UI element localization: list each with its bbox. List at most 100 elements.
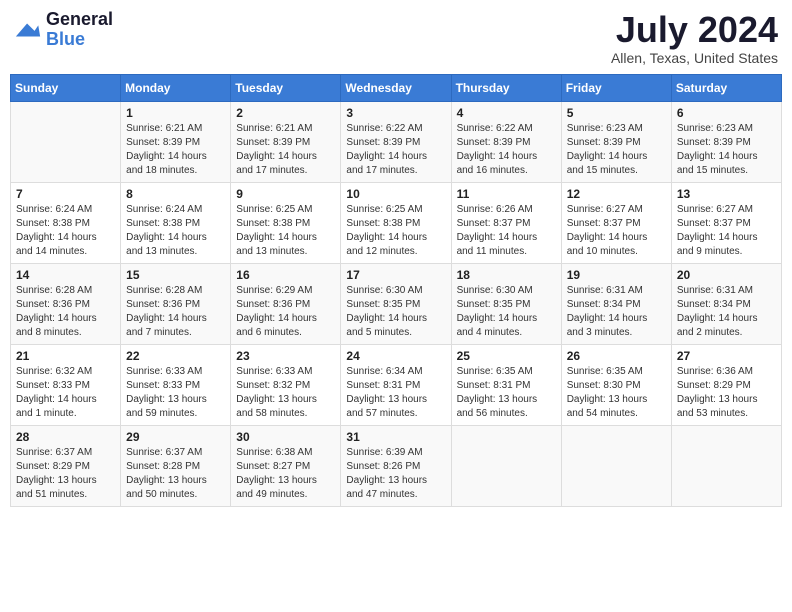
day-number: 4 xyxy=(457,106,556,120)
day-info: Sunrise: 6:30 AM Sunset: 8:35 PM Dayligh… xyxy=(346,284,445,340)
calendar-cell: 25 Sunrise: 6:35 AM Sunset: 8:31 PM Dayli… xyxy=(451,344,561,425)
calendar-cell: 16 Sunrise: 6:29 AM Sunset: 8:36 PM Dayli… xyxy=(231,263,341,344)
day-number: 14 xyxy=(16,268,115,282)
day-info: Sunrise: 6:26 AM Sunset: 8:37 PM Dayligh… xyxy=(457,203,556,259)
calendar-cell: 18 Sunrise: 6:30 AM Sunset: 8:35 PM Dayli… xyxy=(451,263,561,344)
day-number: 28 xyxy=(16,430,115,444)
day-number: 3 xyxy=(346,106,445,120)
weekday-wednesday: Wednesday xyxy=(341,74,451,101)
calendar-cell: 6Sunrise: 6:23 AM Sunset: 8:39 PM Daylig… xyxy=(671,101,781,182)
day-number: 10 xyxy=(346,187,445,201)
day-info: Sunrise: 6:37 AM Sunset: 8:28 PM Dayligh… xyxy=(126,446,225,502)
calendar-cell: 7Sunrise: 6:24 AM Sunset: 8:38 PM Daylig… xyxy=(11,182,121,263)
day-info: Sunrise: 6:23 AM Sunset: 8:39 PM Dayligh… xyxy=(567,122,666,178)
logo-text: General Blue xyxy=(46,10,113,50)
day-number: 15 xyxy=(126,268,225,282)
day-info: Sunrise: 6:30 AM Sunset: 8:35 PM Dayligh… xyxy=(457,284,556,340)
calendar-cell: 21 Sunrise: 6:32 AM Sunset: 8:33 PM Dayli… xyxy=(11,344,121,425)
day-number: 18 xyxy=(457,268,556,282)
calendar-cell: 31 Sunrise: 6:39 AM Sunset: 8:26 PM Dayli… xyxy=(341,425,451,506)
month-year-title: July 2024 xyxy=(611,10,778,50)
calendar-cell: 11 Sunrise: 6:26 AM Sunset: 8:37 PM Dayli… xyxy=(451,182,561,263)
calendar-cell xyxy=(671,425,781,506)
page-header: General Blue July 2024 Allen, Texas, Uni… xyxy=(10,10,782,66)
day-number: 31 xyxy=(346,430,445,444)
calendar-cell: 15 Sunrise: 6:28 AM Sunset: 8:36 PM Dayli… xyxy=(121,263,231,344)
calendar-cell xyxy=(11,101,121,182)
day-number: 9 xyxy=(236,187,335,201)
day-number: 2 xyxy=(236,106,335,120)
day-number: 17 xyxy=(346,268,445,282)
day-number: 11 xyxy=(457,187,556,201)
calendar-header: SundayMondayTuesdayWednesdayThursdayFrid… xyxy=(11,74,782,101)
calendar-cell: 1Sunrise: 6:21 AM Sunset: 8:39 PM Daylig… xyxy=(121,101,231,182)
day-number: 21 xyxy=(16,349,115,363)
day-number: 8 xyxy=(126,187,225,201)
calendar-cell: 14 Sunrise: 6:28 AM Sunset: 8:36 PM Dayli… xyxy=(11,263,121,344)
day-number: 24 xyxy=(346,349,445,363)
day-number: 5 xyxy=(567,106,666,120)
day-info: Sunrise: 6:21 AM Sunset: 8:39 PM Dayligh… xyxy=(126,122,225,178)
day-number: 16 xyxy=(236,268,335,282)
calendar-cell: 26Sunrise: 6:35 AM Sunset: 8:30 PM Dayli… xyxy=(561,344,671,425)
day-info: Sunrise: 6:28 AM Sunset: 8:36 PM Dayligh… xyxy=(126,284,225,340)
calendar-cell: 10Sunrise: 6:25 AM Sunset: 8:38 PM Dayli… xyxy=(341,182,451,263)
day-number: 29 xyxy=(126,430,225,444)
day-info: Sunrise: 6:35 AM Sunset: 8:31 PM Dayligh… xyxy=(457,365,556,421)
day-number: 26 xyxy=(567,349,666,363)
day-info: Sunrise: 6:27 AM Sunset: 8:37 PM Dayligh… xyxy=(567,203,666,259)
calendar-cell: 2Sunrise: 6:21 AM Sunset: 8:39 PM Daylig… xyxy=(231,101,341,182)
calendar-body: 1Sunrise: 6:21 AM Sunset: 8:39 PM Daylig… xyxy=(11,101,782,506)
day-info: Sunrise: 6:28 AM Sunset: 8:36 PM Dayligh… xyxy=(16,284,115,340)
day-info: Sunrise: 6:31 AM Sunset: 8:34 PM Dayligh… xyxy=(567,284,666,340)
day-number: 27 xyxy=(677,349,776,363)
calendar-cell: 13Sunrise: 6:27 AM Sunset: 8:37 PM Dayli… xyxy=(671,182,781,263)
calendar-week-4: 21 Sunrise: 6:32 AM Sunset: 8:33 PM Dayli… xyxy=(11,344,782,425)
calendar-cell: 22 Sunrise: 6:33 AM Sunset: 8:33 PM Dayli… xyxy=(121,344,231,425)
calendar-cell: 20 Sunrise: 6:31 AM Sunset: 8:34 PM Dayli… xyxy=(671,263,781,344)
calendar-cell: 29 Sunrise: 6:37 AM Sunset: 8:28 PM Dayli… xyxy=(121,425,231,506)
calendar-cell: 27Sunrise: 6:36 AM Sunset: 8:29 PM Dayli… xyxy=(671,344,781,425)
day-number: 19 xyxy=(567,268,666,282)
day-number: 22 xyxy=(126,349,225,363)
weekday-sunday: Sunday xyxy=(11,74,121,101)
calendar-week-1: 1Sunrise: 6:21 AM Sunset: 8:39 PM Daylig… xyxy=(11,101,782,182)
weekday-monday: Monday xyxy=(121,74,231,101)
calendar-cell: 5 Sunrise: 6:23 AM Sunset: 8:39 PM Daylig… xyxy=(561,101,671,182)
day-info: Sunrise: 6:29 AM Sunset: 8:36 PM Dayligh… xyxy=(236,284,335,340)
calendar-table: SundayMondayTuesdayWednesdayThursdayFrid… xyxy=(10,74,782,507)
calendar-week-3: 14 Sunrise: 6:28 AM Sunset: 8:36 PM Dayli… xyxy=(11,263,782,344)
calendar-cell: 8 Sunrise: 6:24 AM Sunset: 8:38 PM Daylig… xyxy=(121,182,231,263)
day-info: Sunrise: 6:33 AM Sunset: 8:33 PM Dayligh… xyxy=(126,365,225,421)
day-info: Sunrise: 6:32 AM Sunset: 8:33 PM Dayligh… xyxy=(16,365,115,421)
day-number: 12 xyxy=(567,187,666,201)
day-info: Sunrise: 6:25 AM Sunset: 8:38 PM Dayligh… xyxy=(236,203,335,259)
calendar-cell: 28Sunrise: 6:37 AM Sunset: 8:29 PM Dayli… xyxy=(11,425,121,506)
calendar-cell: 12 Sunrise: 6:27 AM Sunset: 8:37 PM Dayli… xyxy=(561,182,671,263)
calendar-cell: 23 Sunrise: 6:33 AM Sunset: 8:32 PM Dayli… xyxy=(231,344,341,425)
day-info: Sunrise: 6:33 AM Sunset: 8:32 PM Dayligh… xyxy=(236,365,335,421)
day-info: Sunrise: 6:31 AM Sunset: 8:34 PM Dayligh… xyxy=(677,284,776,340)
weekday-saturday: Saturday xyxy=(671,74,781,101)
day-info: Sunrise: 6:27 AM Sunset: 8:37 PM Dayligh… xyxy=(677,203,776,259)
day-info: Sunrise: 6:22 AM Sunset: 8:39 PM Dayligh… xyxy=(457,122,556,178)
location-subtitle: Allen, Texas, United States xyxy=(611,50,778,66)
calendar-cell: 17 Sunrise: 6:30 AM Sunset: 8:35 PM Dayli… xyxy=(341,263,451,344)
calendar-cell: 24 Sunrise: 6:34 AM Sunset: 8:31 PM Dayli… xyxy=(341,344,451,425)
day-info: Sunrise: 6:39 AM Sunset: 8:26 PM Dayligh… xyxy=(346,446,445,502)
calendar-cell: 19 Sunrise: 6:31 AM Sunset: 8:34 PM Dayli… xyxy=(561,263,671,344)
weekday-friday: Friday xyxy=(561,74,671,101)
calendar-cell: 9 Sunrise: 6:25 AM Sunset: 8:38 PM Daylig… xyxy=(231,182,341,263)
day-number: 30 xyxy=(236,430,335,444)
day-number: 23 xyxy=(236,349,335,363)
calendar-cell: 3 Sunrise: 6:22 AM Sunset: 8:39 PM Daylig… xyxy=(341,101,451,182)
day-number: 20 xyxy=(677,268,776,282)
day-number: 25 xyxy=(457,349,556,363)
weekday-header-row: SundayMondayTuesdayWednesdayThursdayFrid… xyxy=(11,74,782,101)
day-number: 6 xyxy=(677,106,776,120)
day-info: Sunrise: 6:22 AM Sunset: 8:39 PM Dayligh… xyxy=(346,122,445,178)
day-info: Sunrise: 6:24 AM Sunset: 8:38 PM Dayligh… xyxy=(126,203,225,259)
day-info: Sunrise: 6:24 AM Sunset: 8:38 PM Dayligh… xyxy=(16,203,115,259)
title-block: July 2024 Allen, Texas, United States xyxy=(611,10,778,66)
day-info: Sunrise: 6:34 AM Sunset: 8:31 PM Dayligh… xyxy=(346,365,445,421)
